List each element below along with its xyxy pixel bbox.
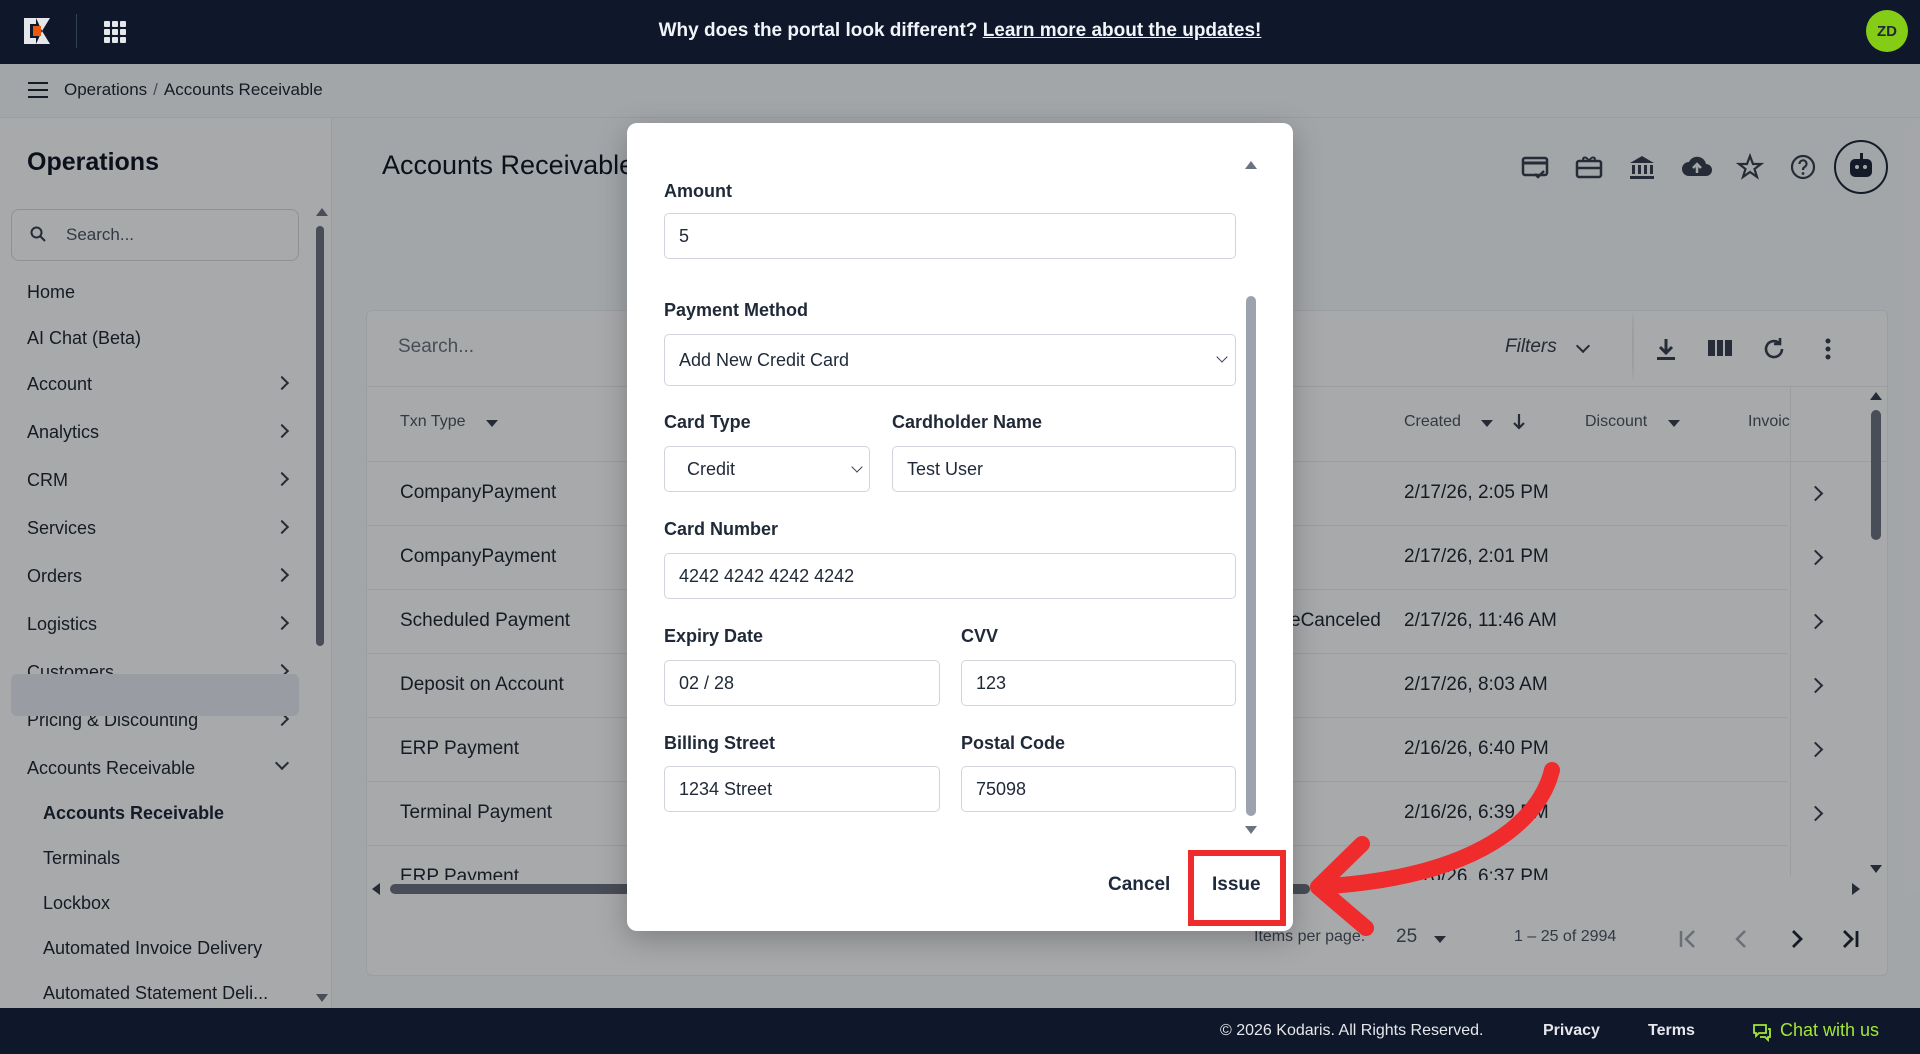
avatar[interactable]: ZD [1866, 10, 1908, 52]
card-number-label: Card Number [664, 519, 779, 539]
annotation-arrow-icon [1310, 762, 1560, 936]
footer-copyright: © 2026 Kodaris. All Rights Reserved. [1220, 1022, 1484, 1039]
billing-street-field[interactable]: 1234 Street [664, 766, 940, 812]
card-number-field[interactable]: 4242 4242 4242 4242 [664, 553, 1236, 599]
postal-code-label: Postal Code [961, 733, 1066, 753]
chat-icon[interactable] [1752, 1022, 1772, 1042]
expiry-date-field[interactable]: 02 / 28 [664, 660, 940, 706]
expiry-date-label: Expiry Date [664, 626, 764, 646]
cardholder-field[interactable]: Test User [892, 446, 1236, 492]
payment-method-value: Add New Credit Card [679, 350, 850, 370]
card-type-value: Credit [687, 459, 736, 479]
payment-method-label: Payment Method [664, 300, 809, 320]
cvv-field[interactable]: 123 [961, 660, 1236, 706]
top-bar: Why does the portal look different? Lear… [0, 0, 1920, 64]
card-type-select[interactable]: Credit [664, 446, 870, 492]
payment-method-select[interactable]: Add New Credit Card [664, 334, 1236, 386]
amount-label: Amount [664, 181, 732, 201]
announcement-link[interactable]: Learn more about the updates! [983, 20, 1262, 41]
chat-with-us-link[interactable]: Chat with us [1780, 1020, 1879, 1041]
issue-highlight-box [1188, 850, 1286, 926]
billing-street-label: Billing Street [664, 733, 776, 753]
announcement-text: Why does the portal look different? [658, 20, 978, 41]
cardholder-label: Cardholder Name [892, 412, 1043, 432]
modal-scrollbar[interactable] [1246, 296, 1256, 816]
announcement-banner: Why does the portal look different? Lear… [0, 20, 1920, 42]
modal-scroll-up-icon[interactable] [1245, 161, 1257, 169]
footer: © 2026 Kodaris. All Rights Reserved. Pri… [0, 1008, 1920, 1054]
card-type-label: Card Type [664, 412, 751, 432]
footer-privacy-link[interactable]: Privacy [1543, 1022, 1600, 1040]
postal-code-field[interactable]: 75098 [961, 766, 1236, 812]
cancel-button[interactable]: Cancel [1108, 874, 1170, 896]
footer-terms-link[interactable]: Terms [1648, 1022, 1695, 1040]
cvv-label: CVV [961, 626, 999, 646]
modal-scroll-down-icon[interactable] [1245, 826, 1257, 834]
amount-field[interactable]: 5 [664, 213, 1236, 259]
